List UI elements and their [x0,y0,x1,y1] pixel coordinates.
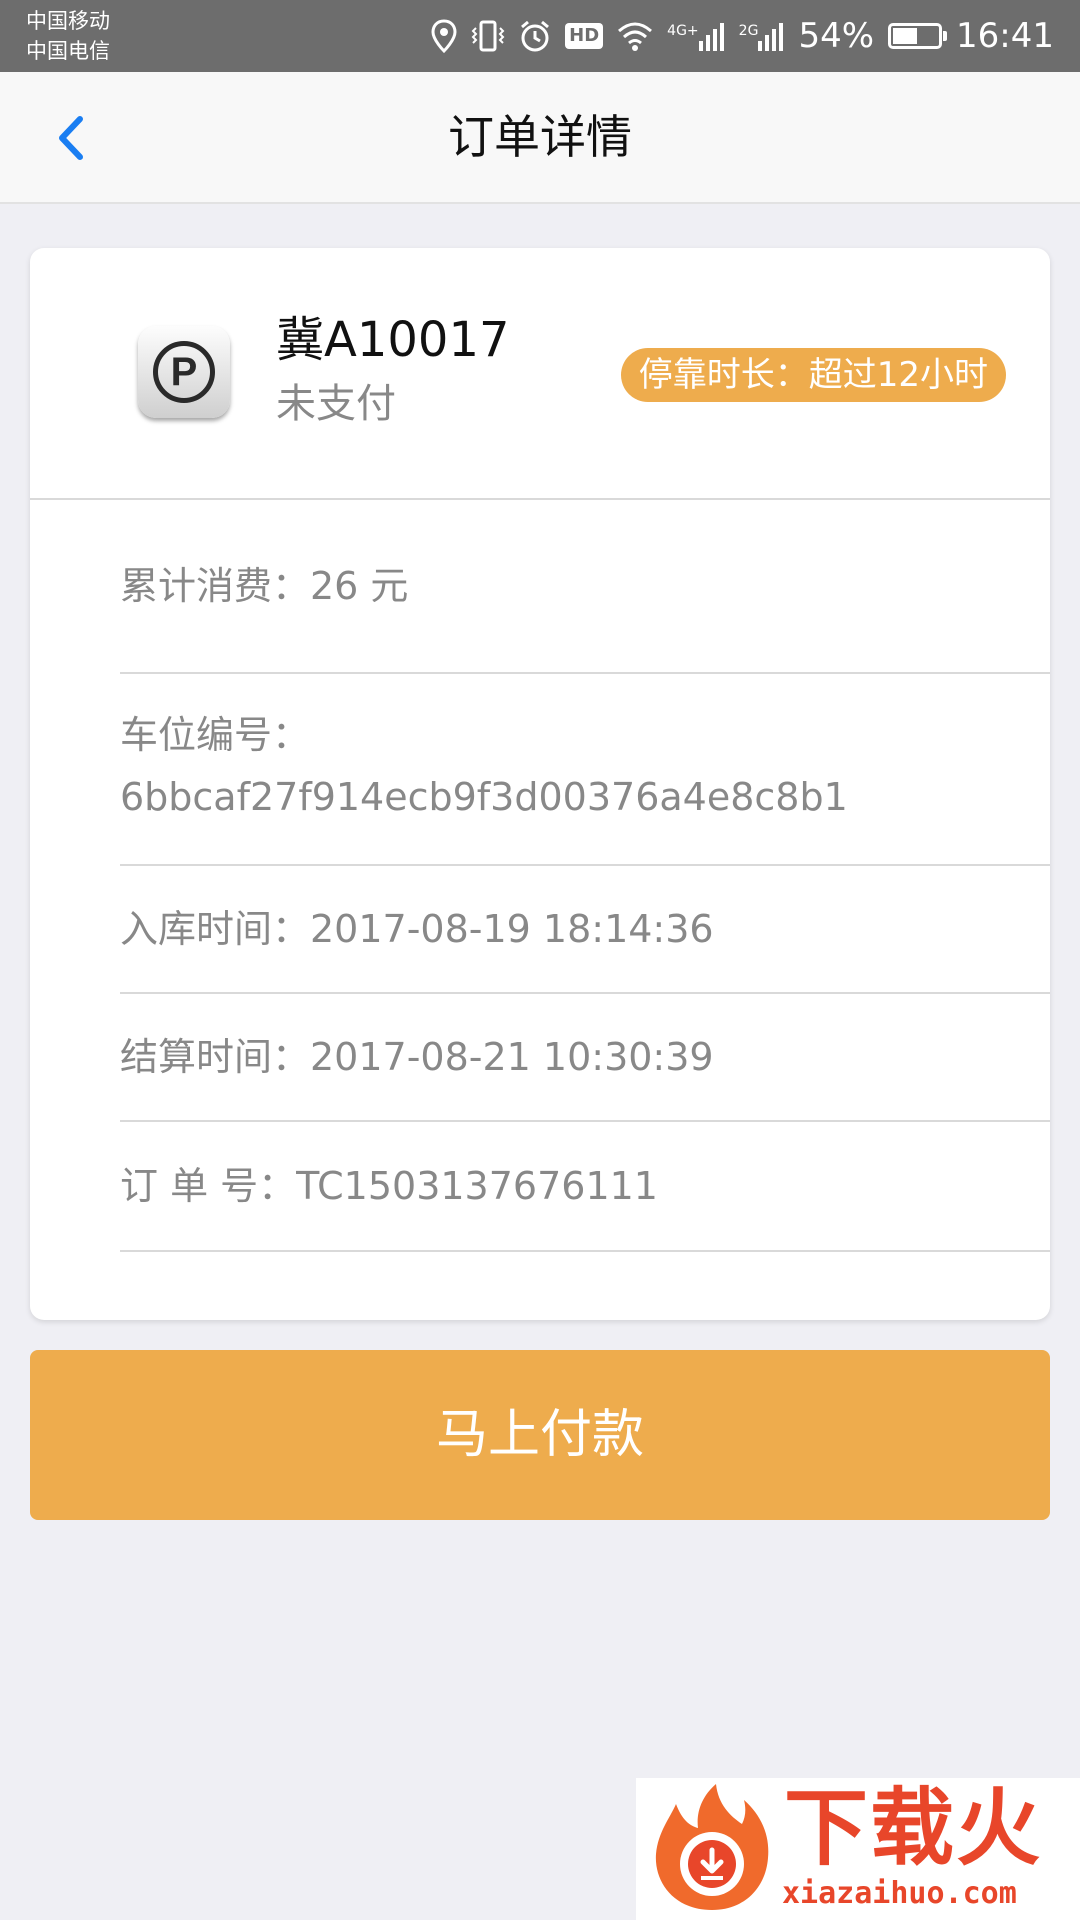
signal-icon [698,23,724,51]
network-2g: 2G [739,21,785,51]
watermark-domain: xiazaihuo.com [782,1876,1017,1911]
order-card: P 冀A10017 未支付 停靠时长：超过12小时 累计消费：26 元 车位编号… [30,248,1050,1320]
carrier-2: 中国电信 [26,39,110,63]
parking-icon: P [138,326,230,418]
checkout-time-row: 结算时间：2017-08-21 10:30:39 [120,994,1050,1122]
order-details: 累计消费：26 元 车位编号： 6bbcaf27f914ecb9f3d00376… [120,500,1050,1252]
total-cost: 累计消费：26 元 [120,564,409,608]
clock: 16:41 [956,16,1054,56]
network-4g: 4G+ [667,21,725,51]
flame-logo-icon [655,1784,769,1910]
vibrate-icon [471,20,505,52]
carrier-1: 中国移动 [26,9,110,33]
watermark-brand: 下载火 [784,1779,1043,1877]
carrier-info: 中国移动 中国电信 [26,6,110,66]
battery-level [893,28,917,44]
total-cost-row: 累计消费：26 元 [120,500,1050,674]
battery-percent: 54% [798,16,875,56]
payment-status: 未支付 [276,381,396,427]
status-bar: 中国移动 中国电信 HD 4G+ 2G 54% 16:41 [0,0,1080,72]
order-number: 订 单 号：TC1503137676111 [120,1164,658,1208]
parking-space-row: 车位编号： 6bbcaf27f914ecb9f3d00376a4e8c8b1 [120,674,1050,866]
parking-space-id: 6bbcaf27f914ecb9f3d00376a4e8c8b1 [120,775,848,819]
checkin-time-row: 入库时间：2017-08-19 18:14:36 [120,866,1050,994]
battery-icon [888,23,948,49]
page-title: 订单详情 [448,110,632,164]
parking-space-label: 车位编号： [120,713,311,757]
checkout-time: 结算时间：2017-08-21 10:30:39 [120,1035,714,1079]
alarm-icon [521,20,550,52]
wifi-icon [618,22,653,51]
order-header: P 冀A10017 未支付 停靠时长：超过12小时 [30,248,1050,500]
parking-p-symbol: P [153,341,215,403]
signal-icon [758,23,784,51]
watermark: 下载火 xiazaihuo.com [636,1778,1080,1920]
location-icon [431,19,457,53]
nav-bar: 订单详情 [0,72,1080,204]
duration-badge: 停靠时长：超过12小时 [620,348,1006,402]
pay-now-button[interactable]: 马上付款 [30,1350,1050,1520]
order-number-row: 订 单 号：TC1503137676111 [120,1122,1050,1252]
status-icons: HD 4G+ 2G 54% 16:41 [431,0,1054,72]
checkin-time: 入库时间：2017-08-19 18:14:36 [120,907,714,951]
hd-icon: HD [565,23,604,49]
license-plate: 冀A10017 [276,312,510,368]
